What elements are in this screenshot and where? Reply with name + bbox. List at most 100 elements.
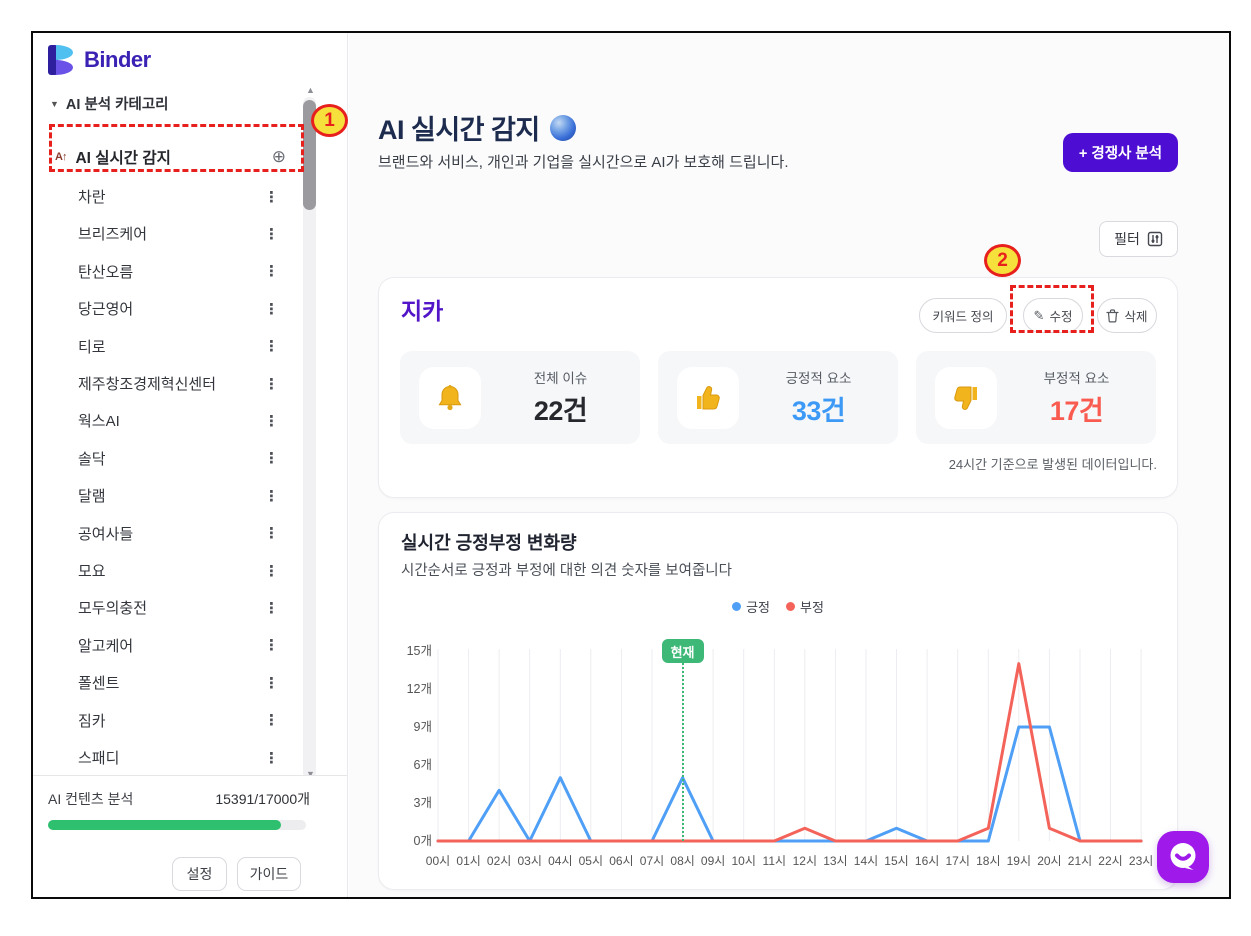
sidebar-item-2[interactable]: 브리즈케어⋮	[49, 215, 303, 252]
stat-value: 17건	[1050, 389, 1103, 428]
svg-text:14시: 14시	[854, 854, 878, 868]
kebab-menu-icon[interactable]: ⋮	[264, 674, 279, 692]
stat-value: 33건	[792, 389, 845, 428]
sidebar-item-label: 티로	[78, 336, 106, 357]
sidebar-item-label: 달램	[78, 485, 106, 506]
usage-label: AI 컨텐츠 분석	[48, 789, 133, 809]
sidebar-item-14[interactable]: 폴센트⋮	[49, 664, 303, 701]
kebab-menu-icon[interactable]: ⋮	[264, 262, 279, 280]
sidebar-item-label: 스패디	[78, 747, 119, 768]
svg-text:16시: 16시	[915, 854, 939, 868]
kebab-menu-icon[interactable]: ⋮	[264, 225, 279, 243]
svg-text:23시: 23시	[1129, 854, 1153, 868]
svg-text:05시: 05시	[579, 854, 603, 868]
kebab-menu-icon[interactable]: ⋮	[264, 562, 279, 580]
stat-card-negative: 부정적 요소 17건	[916, 351, 1156, 444]
add-competitor-button[interactable]: + 경쟁사 분석	[1063, 133, 1178, 172]
sidebar-item-8[interactable]: 솔닥⋮	[49, 440, 303, 477]
binder-app: Binder ▼ AI 분석 카테고리 A↑ AI 실시간 감지 ⊕ 차란⋮브리…	[0, 0, 1251, 936]
keyword-definition-button[interactable]: 키워드 정의	[919, 298, 1007, 333]
edit-button[interactable]: ✎ 수정	[1023, 298, 1083, 333]
svg-text:02시: 02시	[487, 854, 511, 868]
kebab-menu-icon[interactable]: ⋮	[264, 449, 279, 467]
kebab-menu-icon[interactable]: ⋮	[264, 412, 279, 430]
pencil-icon: ✎	[1034, 308, 1045, 324]
add-circle-icon[interactable]: ⊕	[272, 147, 286, 167]
scrollbar-thumb[interactable]	[303, 100, 316, 210]
sidebar-item-label: 모두의충전	[78, 597, 147, 618]
sidebar-item-label: 차란	[78, 186, 106, 207]
current-time-badge: 현재	[662, 639, 704, 663]
settings-button[interactable]: 설정	[172, 857, 227, 891]
sidebar-item-label: 모요	[78, 560, 106, 581]
kebab-menu-icon[interactable]: ⋮	[264, 337, 279, 355]
stats-row: 전체 이슈 22건 긍정적 요소 33건	[400, 351, 1156, 444]
keyword-title: 지카	[401, 292, 443, 326]
sidebar-item-12[interactable]: 모두의충전 ⋮	[49, 589, 303, 626]
stat-value: 22건	[534, 389, 587, 428]
chat-widget-button[interactable]	[1157, 831, 1209, 883]
svg-text:19시: 19시	[1007, 854, 1031, 868]
stat-label: 전체 이슈	[534, 367, 587, 387]
svg-text:08시: 08시	[670, 854, 694, 868]
svg-text:12시: 12시	[793, 854, 817, 868]
svg-text:01시: 01시	[456, 854, 480, 868]
svg-text:9개: 9개	[414, 720, 432, 734]
stat-card-positive: 긍정적 요소 33건	[658, 351, 898, 444]
sidebar-item-1[interactable]: 차란 ⋮	[49, 178, 303, 215]
guide-button[interactable]: 가이드	[237, 857, 301, 891]
svg-text:00시: 00시	[426, 854, 450, 868]
sidebar-item-7[interactable]: 웍스AI ⋮	[49, 402, 303, 439]
chevron-down-icon: ▼	[50, 99, 59, 109]
sidebar-item-16[interactable]: 스패디 ⋮	[49, 739, 303, 776]
kebab-menu-icon[interactable]: ⋮	[264, 487, 279, 505]
sidebar-item-10[interactable]: 공여사들⋮	[49, 515, 303, 552]
sidebar-item-13[interactable]: 알고케어 ⋮	[49, 627, 303, 664]
kebab-menu-icon[interactable]: ⋮	[264, 524, 279, 542]
svg-text:04시: 04시	[548, 854, 572, 868]
svg-text:20시: 20시	[1037, 854, 1061, 868]
kebab-menu-icon[interactable]: ⋮	[264, 300, 279, 318]
kebab-menu-icon[interactable]: ⋮	[264, 188, 279, 206]
filter-button-label: 필터	[1114, 229, 1140, 249]
kebab-menu-icon[interactable]: ⋮	[264, 599, 279, 617]
binder-logo[interactable]: Binder	[48, 45, 151, 75]
svg-text:07시: 07시	[640, 854, 664, 868]
sidebar: Binder ▼ AI 분석 카테고리 A↑ AI 실시간 감지 ⊕ 차란⋮브리…	[33, 33, 348, 897]
sidebar-item-9[interactable]: 달램 ⋮	[49, 477, 303, 514]
kebab-menu-icon[interactable]: ⋮	[264, 636, 279, 654]
svg-text:03시: 03시	[518, 854, 542, 868]
svg-text:09시: 09시	[701, 854, 725, 868]
sidebar-item-ai-realtime-detect[interactable]: A↑ AI 실시간 감지 ⊕	[49, 134, 303, 180]
sidebar-item-label: 웍스AI	[78, 410, 120, 431]
line-chart: 0개3개6개9개12개15개00시01시02시03시04시05시06시07시08…	[379, 513, 1179, 891]
sidebar-item-label: 제주창조경제혁신센터	[78, 373, 216, 394]
kebab-menu-icon[interactable]: ⋮	[264, 749, 279, 767]
kebab-menu-icon[interactable]: ⋮	[264, 711, 279, 729]
kebab-menu-icon[interactable]: ⋮	[264, 375, 279, 393]
stat-label: 긍정적 요소	[786, 367, 852, 387]
filter-button[interactable]: 필터	[1099, 221, 1178, 257]
text-detect-icon: A↑	[55, 151, 66, 163]
filter-sliders-icon	[1147, 231, 1163, 247]
sidebar-item-5[interactable]: 티로 ⋮	[49, 328, 303, 365]
svg-text:06시: 06시	[609, 854, 633, 868]
svg-text:22시: 22시	[1098, 854, 1122, 868]
svg-text:17시: 17시	[946, 854, 970, 868]
svg-text:11시: 11시	[763, 854, 787, 868]
sidebar-item-label: 알고케어	[78, 635, 133, 656]
sidebar-item-6[interactable]: 제주창조경제혁신센터 ⋮	[49, 365, 303, 402]
sidebar-item-4[interactable]: 당근영어⋮	[49, 290, 303, 327]
sidebar-category-toggle[interactable]: ▼ AI 분석 카테고리	[50, 93, 169, 114]
page-title: AI 실시간 감지	[378, 108, 576, 147]
svg-text:3개: 3개	[414, 796, 432, 810]
svg-text:13시: 13시	[823, 854, 847, 868]
stat-card-total: 전체 이슈 22건	[400, 351, 640, 444]
delete-button[interactable]: 삭제	[1097, 298, 1157, 333]
detect-item-label: AI 실시간 감지	[75, 146, 170, 168]
sidebar-item-3[interactable]: 탄산오름⋮	[49, 253, 303, 290]
sidebar-item-11[interactable]: 모요 ⋮	[49, 552, 303, 589]
sidebar-item-15[interactable]: 짐카⋮	[49, 702, 303, 739]
usage-progress-track	[48, 820, 306, 830]
scroll-up-icon[interactable]: ▲	[306, 85, 315, 95]
